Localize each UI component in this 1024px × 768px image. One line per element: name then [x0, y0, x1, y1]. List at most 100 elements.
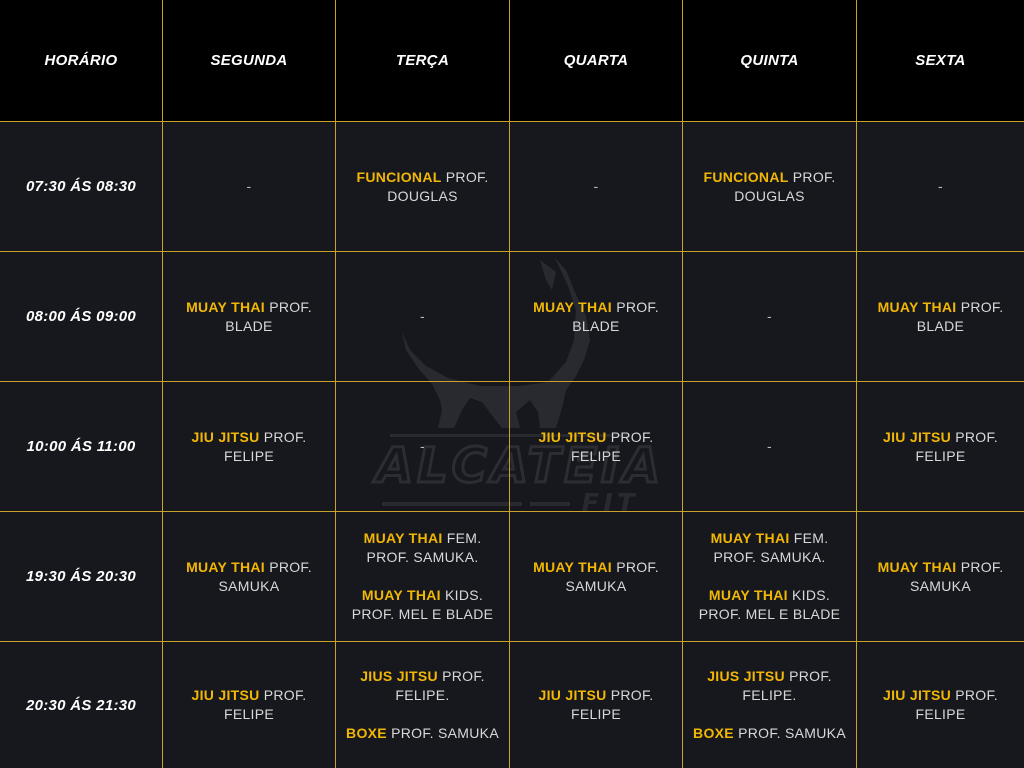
class-name: MUAY THAI	[533, 558, 612, 575]
header-day: QUARTA	[510, 0, 683, 122]
header-day: QUINTA	[683, 0, 857, 122]
cell-content: FUNCIONAL PROF. DOUGLAS	[689, 168, 850, 206]
schedule-cell: MUAY THAI FEM. PROF. SAMUKA. MUAY THAI KI…	[683, 512, 857, 642]
schedule-cell: JIUS JITSU PROF. FELIPE. BOXE PROF. SAMUK…	[336, 642, 510, 768]
class-entry: MUAY THAI PROF. SAMUKA	[863, 558, 1018, 596]
class-entry: JIUS JITSU PROF. FELIPE.	[342, 667, 503, 705]
cell-content: MUAY THAI PROF. SAMUKA	[516, 558, 676, 596]
cell-content: MUAY THAI PROF. BLADE	[516, 298, 676, 336]
class-detail: PROF. SAMUKA	[733, 725, 846, 741]
cell-content: MUAY THAI FEM. PROF. SAMUKA. MUAY THAI KI…	[342, 529, 503, 624]
cell-content: MUAY THAI FEM. PROF. SAMUKA. MUAY THAI KI…	[689, 529, 850, 624]
cell-content: FUNCIONAL PROF. DOUGLAS	[342, 168, 503, 206]
schedule-cell: -	[510, 122, 683, 252]
cell-content: JIU JITSU PROF. FELIPE	[863, 686, 1018, 724]
class-entry: MUAY THAI PROF. BLADE	[516, 298, 676, 336]
time-slot: 08:00 ÁS 09:00	[0, 252, 163, 382]
header-day: SEXTA	[857, 0, 1024, 122]
cell-content: MUAY THAI PROF. BLADE	[169, 298, 329, 336]
class-entry: JIU JITSU PROF. FELIPE	[169, 428, 329, 466]
cell-content: MUAY THAI PROF. SAMUKA	[863, 558, 1018, 596]
empty-dash: -	[420, 308, 425, 324]
class-name: JIU JITSU	[191, 428, 260, 445]
class-name: MUAY THAI	[877, 298, 957, 315]
empty-dash: -	[246, 178, 252, 194]
schedule-cell: -	[163, 122, 336, 252]
schedule-cell: FUNCIONAL PROF. DOUGLAS	[683, 122, 857, 252]
schedule-cell: -	[683, 382, 857, 512]
empty-dash: -	[767, 308, 772, 324]
schedule-cell: MUAY THAI PROF. BLADE	[510, 252, 683, 382]
class-name: MUAY THAI	[186, 558, 265, 575]
cell-content: -	[767, 307, 772, 326]
class-name: BOXE	[693, 725, 734, 741]
time-slot: 19:30 ÁS 20:30	[0, 512, 163, 642]
class-entry: BOXE PROF. SAMUKA	[689, 724, 850, 743]
schedule-cell: JIU JITSU PROF. FELIPE	[510, 382, 683, 512]
schedule-cell: MUAY THAI PROF. SAMUKA	[163, 512, 336, 642]
schedule-cell: MUAY THAI PROF. BLADE	[163, 252, 336, 382]
class-entry: MUAY THAI FEM. PROF. SAMUKA.	[689, 529, 850, 567]
class-name: MUAY THAI	[710, 530, 790, 546]
schedule-cell: -	[857, 122, 1024, 252]
cell-content: JIU JITSU PROF. FELIPE	[863, 428, 1018, 466]
schedule-cell: MUAY THAI PROF. BLADE	[857, 252, 1024, 382]
cell-content: JIU JITSU PROF. FELIPE	[169, 686, 329, 724]
cell-content: -	[594, 177, 599, 196]
cell-content: -	[420, 307, 425, 326]
time-slot: 20:30 ÁS 21:30	[0, 642, 163, 768]
class-name: JIU JITSU	[883, 687, 952, 703]
schedule-cell: JIU JITSU PROF. FELIPE	[857, 642, 1024, 768]
cell-content: JIU JITSU PROF. FELIPE	[169, 428, 329, 466]
schedule-cell: -	[336, 252, 510, 382]
cell-content: -	[247, 177, 252, 196]
class-name: MUAY THAI	[708, 587, 788, 603]
cell-content: JIUS JITSU PROF. FELIPE. BOXE PROF. SAMUK…	[689, 667, 850, 743]
empty-dash: -	[938, 178, 943, 194]
cell-content: JIU JITSU PROF. FELIPE	[516, 428, 676, 466]
schedule-cell: -	[336, 382, 510, 512]
class-entry: JIU JITSU PROF. FELIPE	[516, 686, 676, 724]
class-name: MUAY THAI	[363, 530, 443, 546]
class-entry: MUAY THAI PROF. SAMUKA	[516, 558, 676, 596]
schedule-cell: FUNCIONAL PROF. DOUGLAS	[336, 122, 510, 252]
class-name: FUNCIONAL	[356, 168, 442, 185]
class-name: JIU JITSU	[191, 687, 260, 703]
class-entry: MUAY THAI KIDS. PROF. MEL E BLADE	[342, 586, 503, 624]
cell-content: -	[938, 177, 943, 196]
schedule-cell: MUAY THAI FEM. PROF. SAMUKA. MUAY THAI KI…	[336, 512, 510, 642]
class-name: MUAY THAI	[533, 298, 612, 315]
class-name: MUAY THAI	[877, 558, 957, 575]
cell-content: -	[420, 437, 425, 456]
class-name: JIU JITSU	[883, 428, 952, 445]
class-entry: MUAY THAI PROF. BLADE	[863, 298, 1018, 336]
cell-content: JIU JITSU PROF. FELIPE	[516, 686, 676, 724]
class-name: JIU JITSU	[538, 687, 607, 703]
class-entry: MUAY THAI PROF. BLADE	[169, 298, 329, 336]
empty-dash: -	[767, 438, 772, 454]
cell-content: -	[767, 437, 772, 456]
class-entry: MUAY THAI KIDS. PROF. MEL E BLADE	[689, 586, 850, 624]
class-entry: JIU JITSU PROF. FELIPE	[169, 686, 329, 724]
class-entry: JIU JITSU PROF. FELIPE	[863, 428, 1018, 466]
class-entry: JIU JITSU PROF. FELIPE	[516, 428, 676, 466]
schedule-cell: MUAY THAI PROF. SAMUKA	[857, 512, 1024, 642]
header-time: HORÁRIO	[0, 0, 163, 122]
time-slot: 07:30 ÁS 08:30	[0, 122, 163, 252]
class-entry: FUNCIONAL PROF. DOUGLAS	[342, 168, 503, 206]
class-entry: MUAY THAI PROF. SAMUKA	[169, 558, 329, 596]
class-name: MUAY THAI	[361, 587, 441, 603]
class-name: MUAY THAI	[186, 298, 265, 315]
schedule-table: HORÁRIO SEGUNDA TERÇA QUARTA QUINTA SEXTA 07:3…	[0, 0, 1024, 768]
class-name: JIU JITSU	[538, 428, 607, 445]
schedule-cell: JIU JITSU PROF. FELIPE	[163, 382, 336, 512]
cell-content: MUAY THAI PROF. SAMUKA	[169, 558, 329, 596]
schedule-cell: MUAY THAI PROF. SAMUKA	[510, 512, 683, 642]
header-day: TERÇA	[336, 0, 510, 122]
class-entry: BOXE PROF. SAMUKA	[342, 724, 503, 743]
schedule-cell: JIU JITSU PROF. FELIPE	[857, 382, 1024, 512]
schedule-cell: JIUS JITSU PROF. FELIPE. BOXE PROF. SAMUK…	[683, 642, 857, 768]
